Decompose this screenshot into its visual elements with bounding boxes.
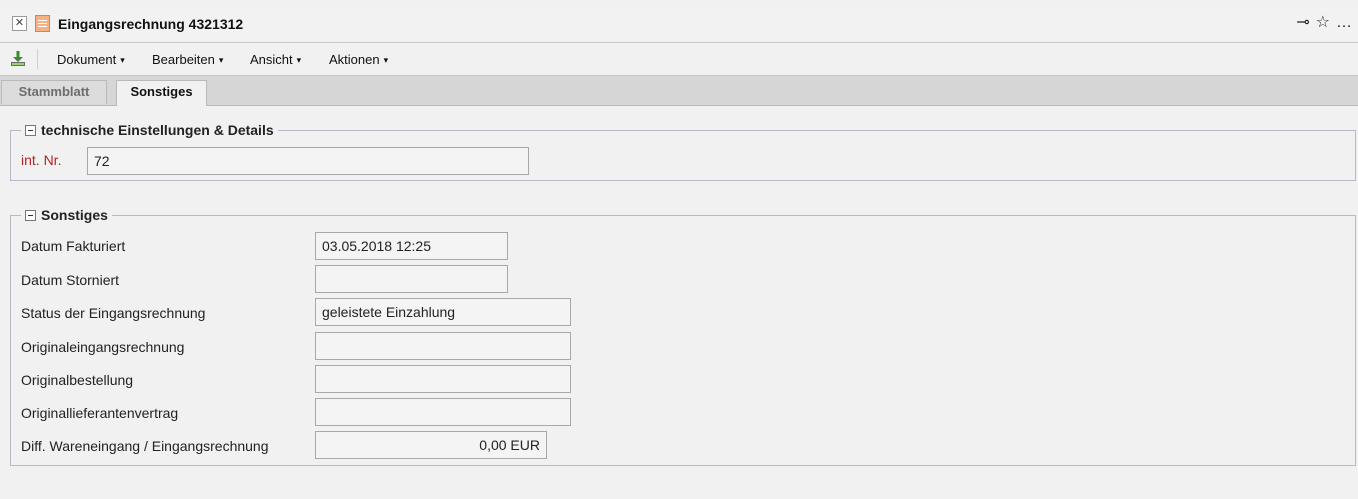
menu-ansicht[interactable]: Ansicht ▾ — [250, 52, 301, 67]
menu-separator — [37, 49, 38, 69]
window-titlebar: ✕ Eingangsrechnung 4321312 ⊸ ☆ … — [0, 6, 1358, 43]
int-nr-field[interactable]: 72 — [87, 147, 529, 175]
originallieferantenvertrag-field[interactable] — [315, 398, 571, 426]
datum-storniert-field[interactable] — [315, 265, 508, 293]
diff-wareneingang-field[interactable]: 0,00 EUR — [315, 431, 547, 459]
window-title: Eingangsrechnung 4321312 — [58, 16, 244, 32]
menu-aktionen-label: Aktionen — [329, 52, 380, 67]
star-icon[interactable]: ☆ — [1316, 14, 1330, 32]
key-icon[interactable]: ⊸ — [1296, 14, 1309, 32]
tab-bar: Stammblatt Sonstiges — [0, 76, 1358, 106]
originalbestellung-label: Originalbestellung — [21, 372, 134, 388]
int-nr-label: int. Nr. — [21, 152, 62, 168]
close-icon[interactable]: ✕ — [12, 16, 27, 31]
collapse-icon[interactable] — [25, 209, 36, 221]
originaleingangsrechnung-label: Originaleingangsrechnung — [21, 339, 185, 355]
window-actions: ⊸ ☆ … — [1296, 14, 1352, 32]
chevron-down-icon: ▾ — [120, 55, 125, 65]
menu-bearbeiten[interactable]: Bearbeiten ▾ — [152, 52, 223, 67]
collapse-icon[interactable] — [25, 124, 36, 136]
more-icon[interactable]: … — [1336, 14, 1352, 32]
chevron-down-icon: ▾ — [383, 55, 389, 65]
status-label: Status der Eingangsrechnung — [21, 305, 206, 321]
menu-bar: Dokument ▾ Bearbeiten ▾ Ansicht ▾ Aktionen ▾ — [0, 43, 1358, 76]
chevron-down-icon: ▾ — [296, 55, 302, 65]
menu-ansicht-label: Ansicht — [250, 52, 293, 67]
originalbestellung-field[interactable] — [315, 365, 571, 393]
status-field[interactable]: geleistete Einzahlung — [315, 298, 571, 326]
originaleingangsrechnung-field[interactable] — [315, 332, 571, 360]
menu-bearbeiten-label: Bearbeiten — [152, 52, 215, 67]
misc-section: Sonstiges — [10, 207, 1356, 466]
tab-sonstiges[interactable]: Sonstiges — [116, 80, 207, 106]
chevron-down-icon: ▾ — [218, 55, 224, 65]
datum-fakturiert-label: Datum Fakturiert — [21, 238, 126, 254]
misc-legend[interactable]: Sonstiges — [21, 207, 112, 223]
download-icon[interactable] — [10, 50, 26, 67]
technical-settings-legend[interactable]: technische Einstellungen & Details — [21, 122, 278, 138]
technical-settings-title: technische Einstellungen & Details — [41, 122, 274, 138]
tab-stammblatt[interactable]: Stammblatt — [1, 80, 107, 104]
originallieferantenvertrag-label: Originallieferantenvertrag — [21, 405, 179, 421]
diff-wareneingang-label: Diff. Wareneingang / Eingangsrechnung — [21, 438, 269, 454]
menu-dokument-label: Dokument — [57, 52, 117, 67]
menu-aktionen[interactable]: Aktionen ▾ — [329, 52, 388, 67]
menu-dokument[interactable]: Dokument ▾ — [57, 52, 125, 67]
datum-fakturiert-field[interactable]: 03.05.2018 12:25 — [315, 232, 508, 260]
datum-storniert-label: Datum Storniert — [21, 272, 120, 288]
misc-title: Sonstiges — [41, 207, 108, 223]
invoice-document-icon — [35, 15, 50, 32]
